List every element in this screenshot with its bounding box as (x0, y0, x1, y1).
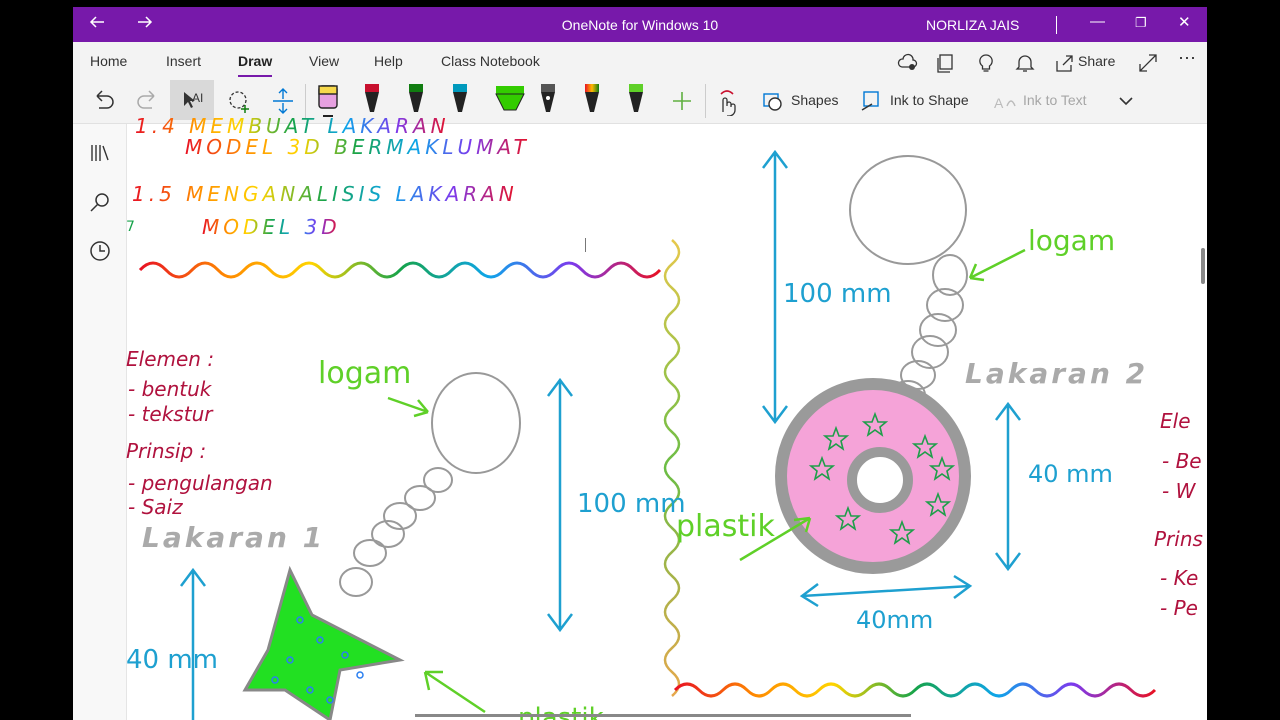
vertical-scrollbar[interactable] (1201, 248, 1205, 284)
sketch1-logam-label: logam (318, 356, 411, 391)
sketch2-plastik-label: plastik (676, 509, 775, 544)
sketch2-height-label: 100 mm (783, 279, 892, 309)
sketch1-title: Lakaran 1 (142, 521, 325, 554)
right-prinsip-1: - Ke (1160, 566, 1198, 590)
right-elemen-heading: Ele (1160, 409, 1191, 433)
sketch2-donut-hole (847, 447, 913, 513)
sketch2-title: Lakaran 2 (965, 357, 1148, 390)
rainbow-divider-bottom (673, 682, 1157, 698)
sketch2-diameter-arrow (995, 401, 1021, 572)
elemen-tekstur: - tekstur (128, 402, 214, 426)
sketch1-star-shape (242, 565, 405, 720)
elemen-bentuk: - bentuk (128, 377, 213, 401)
sketch1-plastik-label: plastik (518, 703, 604, 720)
right-elemen-2: - W (1162, 479, 1197, 503)
ink-drawing[interactable]: 1.4 MEMBUAT LAKARAN MODEL 3D BERMAKLUMAT… (0, 0, 1280, 720)
elemen-heading: Elemen : (126, 347, 214, 371)
rainbow-divider-top (138, 261, 662, 279)
prinsip-pengulangan: - pengulangan (128, 471, 273, 495)
sketch1-height-arrow (547, 377, 573, 633)
sketch1-height-label: 100 mm (577, 489, 686, 519)
sketch2-diameter-label: 40 mm (1028, 460, 1113, 488)
sketch1-logam-arrow (387, 396, 429, 418)
sketch2-width-label: 40mm (856, 606, 933, 634)
sketch2-width-arrow (799, 574, 973, 608)
right-prinsip-heading: Prins (1154, 527, 1203, 551)
text-cursor (585, 238, 586, 252)
note-line-4: MODEL 3D (202, 215, 341, 239)
horizontal-scrollbar[interactable] (415, 714, 911, 717)
sketch1-width-label: 40 mm (126, 645, 218, 675)
sketch2-logam-label: logam (1028, 224, 1115, 257)
sketch1-plastik-arrow (423, 670, 486, 714)
right-prinsip-2: - Pe (1160, 596, 1198, 620)
rainbow-divider-vertical (663, 239, 681, 697)
note-line-3: 1.5 MENGANALISIS LAKARAN (132, 182, 518, 206)
prinsip-saiz: - Saiz (128, 495, 183, 519)
right-elemen-1: - Be (1162, 449, 1202, 473)
sketch2-logam-arrow (968, 248, 1026, 282)
note-seven: 7 (126, 219, 135, 235)
prinsip-heading: Prinsip : (126, 439, 206, 463)
note-line-2: MODEL 3D BERMAKLUMAT (185, 135, 530, 159)
sketch1-keyring-chain (339, 372, 521, 597)
